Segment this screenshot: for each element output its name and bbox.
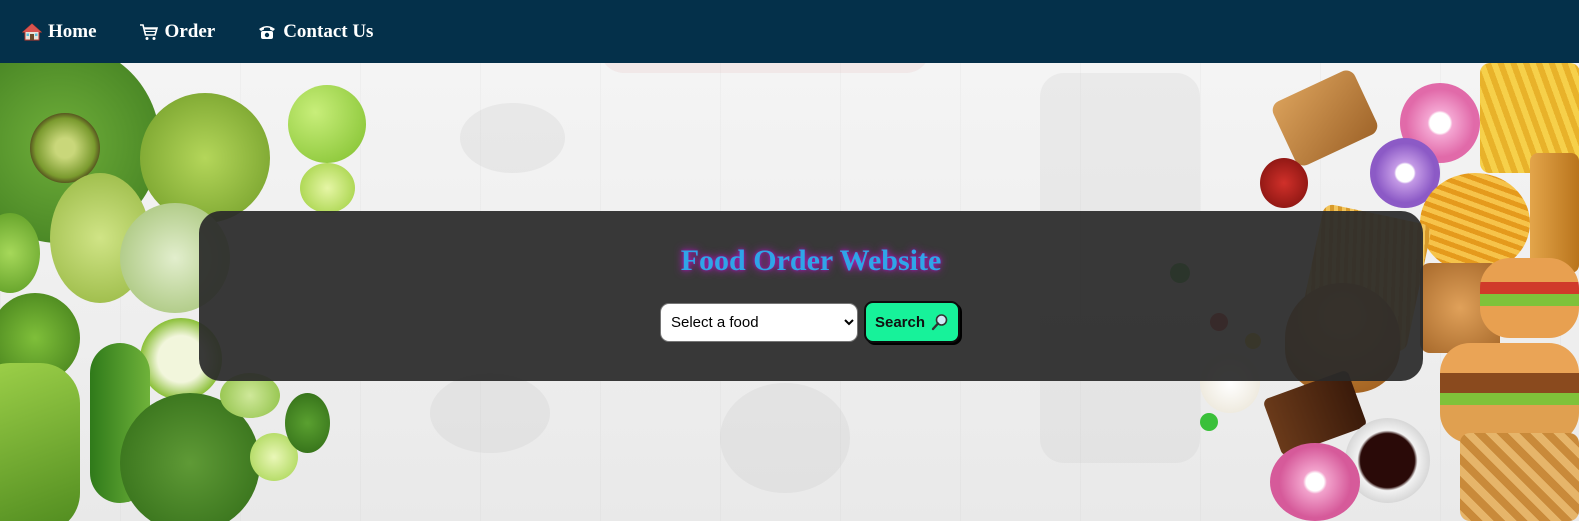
hero-banner: Food Order Website Select a food Search — [0, 63, 1579, 521]
search-panel: Food Order Website Select a food Search — [199, 211, 1423, 381]
background-cup — [460, 103, 565, 173]
nav-home-link[interactable]: Home — [22, 21, 97, 43]
nav-contact-label: Contact Us — [283, 20, 374, 42]
top-navbar: Home Order Contact Us — [0, 0, 1579, 63]
shopping-cart-icon — [139, 23, 158, 40]
food-select[interactable]: Select a food — [660, 303, 858, 342]
page-title: Food Order Website — [680, 244, 942, 277]
nav-order-label: Order — [164, 20, 216, 42]
background-dish — [430, 373, 550, 453]
magnifier-icon — [931, 314, 948, 331]
house-icon — [22, 22, 42, 40]
nav-contact-link[interactable]: Contact Us — [257, 21, 373, 43]
search-button-label: Search — [874, 313, 926, 331]
nav-home-label: Home — [48, 20, 97, 42]
background-plate — [600, 63, 930, 73]
telephone-icon — [259, 25, 276, 39]
nav-order-link[interactable]: Order — [139, 20, 216, 43]
search-button[interactable]: Search — [864, 301, 960, 343]
background-bowl — [720, 383, 850, 493]
